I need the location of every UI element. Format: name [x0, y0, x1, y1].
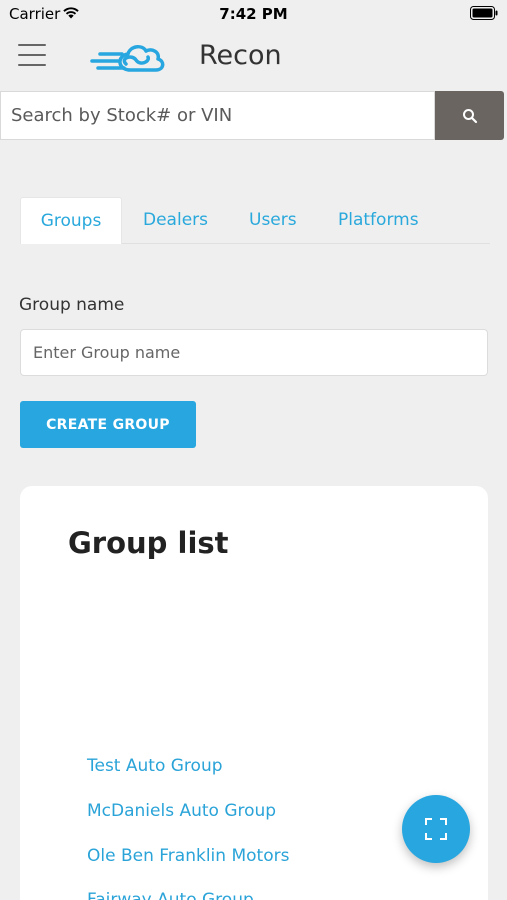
- scan-icon: [425, 818, 447, 840]
- search-bar: [0, 91, 507, 141]
- group-list-item[interactable]: Test Auto Group: [87, 756, 223, 776]
- group-list-item[interactable]: Fairway Auto Group: [87, 890, 254, 900]
- hamburger-menu-icon[interactable]: [18, 44, 48, 70]
- tab-dealers[interactable]: Dealers: [143, 197, 208, 244]
- group-name-input[interactable]: [20, 329, 488, 376]
- cloud-logo-icon: [90, 45, 165, 72]
- create-group-button[interactable]: CREATE GROUP: [20, 401, 196, 448]
- app-screen: Carrier 7:42 PM Recon Search by Stock# o…: [0, 0, 507, 900]
- tab-platforms[interactable]: Platforms: [338, 197, 419, 244]
- group-list-item[interactable]: Ole Ben Franklin Motors: [87, 846, 289, 866]
- status-bar: Carrier 7:42 PM: [0, 0, 507, 28]
- search-input[interactable]: [0, 91, 435, 140]
- app-header: Recon: [0, 28, 507, 90]
- search-icon: [462, 108, 477, 123]
- search-button[interactable]: [435, 91, 504, 140]
- group-name-label: Group name: [19, 295, 125, 315]
- group-list-title: Group list: [68, 526, 229, 560]
- tab-users[interactable]: Users: [249, 197, 297, 244]
- tab-groups[interactable]: Groups: [20, 197, 122, 244]
- scan-button[interactable]: [402, 795, 470, 863]
- tab-bar: Groups Dealers Users Platforms: [20, 197, 490, 244]
- group-list-item[interactable]: McDaniels Auto Group: [87, 801, 276, 821]
- status-time: 7:42 PM: [219, 5, 288, 23]
- app-title: Recon: [199, 40, 282, 71]
- battery-icon: [470, 6, 498, 20]
